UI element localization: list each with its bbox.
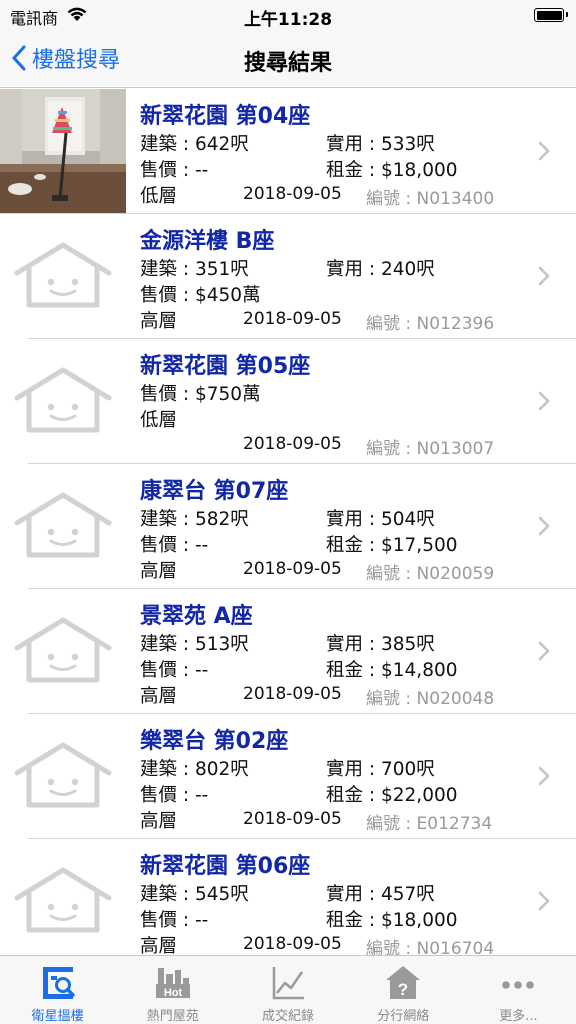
usable-area: 實用 : 457呎 [326,884,435,905]
rent-price: 租金 : $22,000 [326,785,458,806]
house-placeholder-icon [14,492,112,558]
listing-code: 編號 : N020059 [366,564,495,584]
tab-satellite-search[interactable]: 衛星搵樓 [0,956,115,1024]
chevron-right-icon [538,766,550,786]
branch-house-icon: ? [386,966,421,999]
house-placeholder-icon [14,367,112,433]
rent-price: 租金 : $17,500 [326,535,458,556]
sale-price: 售價 : -- [140,910,209,931]
building-area: 建築 : 582呎 [140,509,249,530]
usable-area: 實用 : 533呎 [326,134,435,155]
svg-text:Hot: Hot [164,987,183,999]
listing-code: 編號 : E012734 [366,814,493,834]
sale-price: 售價 : -- [140,160,209,181]
listing-row[interactable]: 新翠花園 第05座 售價 : $750萬 低層 2018-09-05 編號 : … [0,339,576,464]
listing-row[interactable]: 金源洋樓 B座 建築 : 351呎 實用 : 240呎 售價 : $450萬 高… [0,214,576,339]
listing-code: 編號 : N012396 [366,314,495,334]
tab-label: 成交紀錄 [262,1009,315,1024]
listing-date: 2018-09-05 [243,934,342,954]
listing-date: 2018-09-05 [243,434,342,454]
building-area: 建築 : 802呎 [140,759,249,780]
tab-label: 分行網絡 [377,1009,430,1024]
sale-price: 售價 : -- [140,660,209,681]
tab-transactions[interactable]: 成交紀錄 [230,956,345,1024]
status-time: 上午11:28 [243,10,333,30]
rent-price: 租金 : $14,800 [326,660,458,681]
listing-name: 新翠花園 第04座 [140,104,311,129]
tab-label: 熱門屋苑 [146,1009,199,1024]
house-placeholder-icon [14,242,112,308]
tab-label: 更多... [499,1009,538,1024]
house-placeholder-icon [14,867,112,933]
rent-price: 租金 : $18,000 [326,910,458,931]
chevron-right-icon [538,141,550,161]
listing-row[interactable]: 樂翠台 第02座 建築 : 802呎 實用 : 700呎 售價 : -- 租金 … [0,714,576,839]
listing-name: 新翠花園 第05座 [140,354,311,379]
chevron-right-icon [538,391,550,411]
more-dots-icon [502,981,535,989]
floor-level: 高層 [140,811,178,832]
page-title: 搜尋結果 [243,51,332,76]
listing-date: 2018-09-05 [243,309,342,329]
navigation-bar: 樓盤搜尋 搜尋結果 [0,30,576,88]
listing-code: 編號 : N013007 [366,439,495,459]
rent-price: 租金 : $18,000 [326,160,458,181]
chevron-right-icon [538,641,550,661]
usable-area: 實用 : 385呎 [326,634,435,655]
floor-level: 高層 [140,686,178,707]
sale-price: 售價 : -- [140,785,209,806]
listing-photo [0,89,126,214]
listing-date: 2018-09-05 [243,559,342,579]
building-area: 建築 : 351呎 [140,259,249,280]
listing-name: 景翠苑 A座 [140,604,253,629]
listing-row[interactable]: 新翠花園 第06座 建築 : 545呎 實用 : 457呎 售價 : -- 租金… [0,839,576,955]
usable-area: 實用 : 240呎 [326,259,435,280]
listing-row[interactable]: 新翠花園 第04座 建築 : 642呎 實用 : 533呎 售價 : -- 租金… [0,89,576,214]
floor-level: 低層 [140,410,178,431]
building-area: 建築 : 642呎 [140,134,249,155]
listing-name: 康翠台 第07座 [140,479,289,504]
tab-hot-buildings[interactable]: Hot 熱門屋苑 [115,956,230,1024]
building-area: 建築 : 545呎 [140,884,249,905]
house-placeholder-icon [14,617,112,683]
listing-name: 金源洋樓 B座 [140,229,275,254]
listing-date: 2018-09-05 [243,184,342,204]
listing-code: 編號 : N013400 [366,189,495,209]
floor-level: 高層 [140,561,178,582]
listing-date: 2018-09-05 [243,809,342,829]
building-area: 建築 : 513呎 [140,634,249,655]
usable-area: 實用 : 700呎 [326,759,435,780]
listing-code: 編號 : N020048 [366,689,495,709]
hot-buildings-icon: Hot [155,968,190,999]
battery-icon [534,8,568,22]
floor-level: 低層 [140,186,178,207]
house-placeholder-icon [14,742,112,808]
svg-text:?: ? [398,980,408,999]
sale-price: 售價 : $450萬 [140,285,261,306]
tab-more[interactable]: 更多... [461,956,576,1024]
listing-code: 編號 : N016704 [366,939,495,955]
chevron-right-icon [538,516,550,536]
usable-area: 實用 : 504呎 [326,509,435,530]
chevron-right-icon [538,891,550,911]
listing-row[interactable]: 景翠苑 A座 建築 : 513呎 實用 : 385呎 售價 : -- 租金 : … [0,589,576,714]
satellite-search-icon [42,967,75,999]
line-chart-icon [272,967,304,1000]
floor-level: 高層 [140,311,178,332]
listing-name: 新翠花園 第06座 [140,854,311,879]
sale-price: 售價 : $750萬 [140,384,261,405]
tab-label: 衛星搵樓 [31,1009,84,1024]
sale-price: 售價 : -- [140,535,209,556]
property-photo-image [0,89,126,214]
search-results-list: 新翠花園 第04座 建築 : 642呎 實用 : 533呎 售價 : -- 租金… [0,89,576,955]
tab-bar: 衛星搵樓 Hot 熱門屋苑 成交紀錄 ? 分行網絡 更多... [0,955,576,1024]
listing-date: 2018-09-05 [243,684,342,704]
status-bar: 電訊商 上午11:28 [0,0,576,30]
tab-branch-network[interactable]: ? 分行網絡 [346,956,461,1024]
floor-level: 高層 [140,936,178,955]
listing-row[interactable]: 康翠台 第07座 建築 : 582呎 實用 : 504呎 售價 : -- 租金 … [0,464,576,589]
chevron-right-icon [538,266,550,286]
listing-name: 樂翠台 第02座 [140,729,289,754]
